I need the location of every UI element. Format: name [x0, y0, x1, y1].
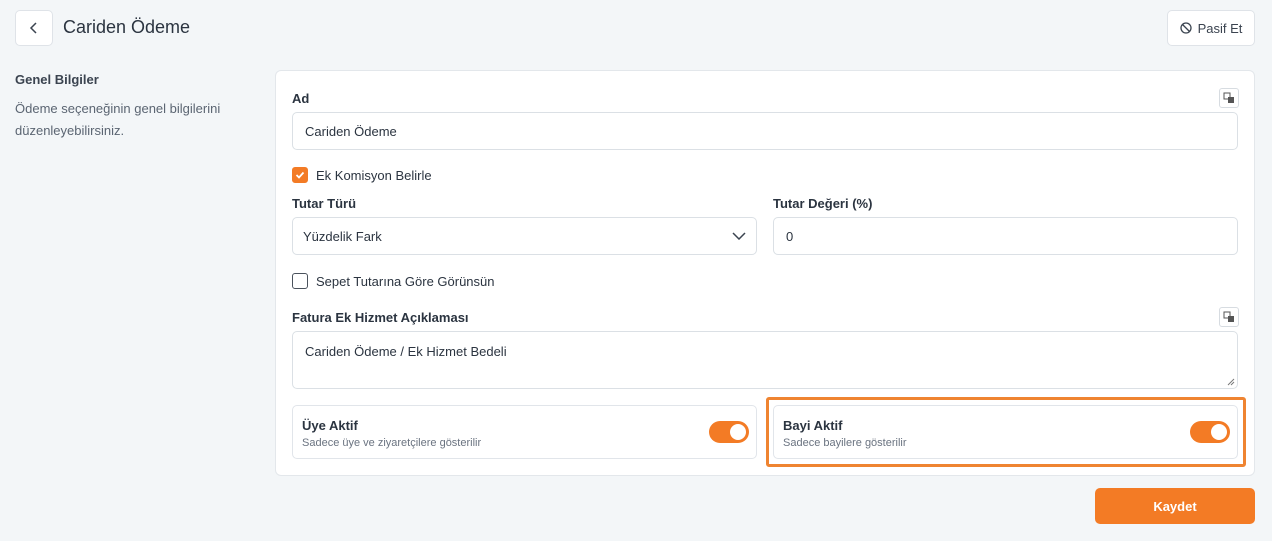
dealer-active-title: Bayi Aktif: [783, 418, 843, 433]
member-active-subtitle: Sadece üye ve ziyaretçilere gösterilir: [302, 437, 482, 449]
dealer-active-card: Bayi Aktif Sadece bayilere gösterilir: [773, 405, 1238, 459]
amount-type-select[interactable]: Yüzdelik Fark: [292, 217, 757, 255]
translate-icon[interactable]: [1219, 88, 1239, 108]
section-description: Ödeme seçeneğinin genel bilgilerini düze…: [15, 101, 221, 138]
dealer-active-toggle[interactable]: [1190, 421, 1230, 443]
invoice-desc-value: Cariden Ödeme / Ek Hizmet Bedeli: [305, 344, 507, 359]
check-icon: [295, 171, 305, 179]
amount-value-value: 0: [786, 228, 794, 244]
cart-total-label: Sepet Tutarına Göre Görünsün: [316, 274, 495, 289]
name-input-value: Cariden Ödeme: [305, 123, 397, 139]
general-info-card: Ad Cariden Ödeme Ek Komisyon Belirle Tut…: [275, 70, 1255, 476]
dealer-active-subtitle: Sadece bayilere gösterilir: [783, 437, 907, 449]
back-button[interactable]: [15, 10, 53, 46]
translate-icon[interactable]: [1219, 307, 1239, 327]
section-title: Genel Bilgiler: [15, 72, 99, 87]
resize-handle-icon[interactable]: [1227, 378, 1235, 386]
toggle-knob: [730, 424, 746, 440]
amount-type-value: Yüzdelik Fark: [303, 228, 382, 244]
chevron-down-icon: [732, 232, 746, 240]
page-title: Cariden Ödeme: [63, 17, 191, 37]
name-label: Ad: [292, 91, 310, 106]
save-button[interactable]: Kaydet: [1095, 488, 1255, 524]
member-active-card: Üye Aktif Sadece üye ve ziyaretçilere gö…: [292, 405, 757, 459]
invoice-desc-textarea[interactable]: Cariden Ödeme / Ek Hizmet Bedeli: [292, 331, 1238, 389]
name-input[interactable]: Cariden Ödeme: [292, 112, 1238, 150]
cart-total-checkbox[interactable]: [292, 273, 308, 289]
invoice-desc-label: Fatura Ek Hizmet Açıklaması: [292, 310, 469, 325]
deactivate-label: Pasif Et: [1197, 20, 1243, 36]
amount-value-label: Tutar Değeri (%): [773, 196, 873, 211]
extra-commission-label: Ek Komisyon Belirle: [316, 168, 432, 183]
extra-commission-checkbox[interactable]: [292, 167, 308, 183]
chevron-left-icon: [29, 22, 37, 34]
member-active-title: Üye Aktif: [302, 418, 358, 433]
amount-type-label: Tutar Türü: [292, 196, 357, 211]
deactivate-button[interactable]: Pasif Et: [1167, 10, 1255, 46]
amount-value-input[interactable]: 0: [773, 217, 1238, 255]
toggle-knob: [1211, 424, 1227, 440]
member-active-toggle[interactable]: [709, 421, 749, 443]
ban-icon: [1179, 22, 1192, 34]
